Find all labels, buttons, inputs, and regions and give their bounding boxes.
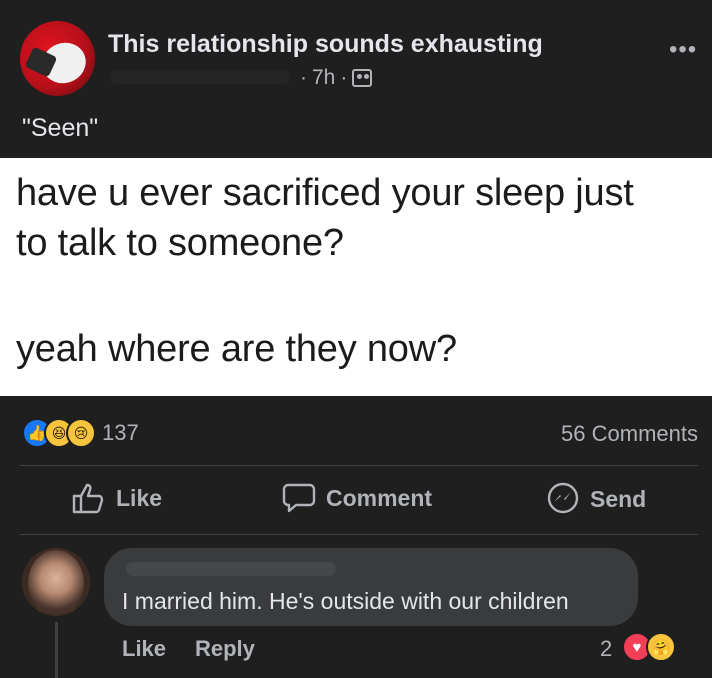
comment-icon bbox=[282, 483, 316, 513]
post-image[interactable]: have u ever sacrificed your sleep just t… bbox=[0, 158, 712, 396]
redacted-author bbox=[110, 70, 290, 84]
separator: · bbox=[340, 66, 348, 89]
post-header: This relationship sounds exhausting · 7h… bbox=[0, 0, 712, 158]
comment-reply-button[interactable]: Reply bbox=[195, 636, 255, 662]
sad-reaction-icon: 😢 bbox=[66, 418, 96, 448]
comment-label: Comment bbox=[326, 484, 433, 511]
comment-button[interactable]: Comment bbox=[282, 482, 432, 514]
divider bbox=[20, 534, 698, 535]
send-button[interactable]: Send bbox=[546, 482, 646, 516]
avatar-graphic bbox=[22, 548, 90, 616]
comments-count[interactable]: 56 Comments bbox=[561, 421, 698, 447]
thread-line bbox=[55, 622, 58, 678]
comment-like-button[interactable]: Like bbox=[122, 636, 166, 662]
reaction-count: 137 bbox=[102, 420, 139, 445]
thumbs-up-icon bbox=[72, 483, 104, 514]
post-caption: "Seen" bbox=[22, 114, 99, 142]
comment-reaction-count[interactable]: 2 bbox=[600, 636, 612, 662]
audience-icon[interactable] bbox=[352, 69, 373, 87]
page-avatar[interactable] bbox=[20, 21, 95, 96]
image-text-line: yeah where are they now? bbox=[16, 328, 457, 370]
comment-text: I married him. He's outside with our chi… bbox=[122, 588, 569, 614]
like-label: Like bbox=[116, 484, 163, 511]
send-label: Send bbox=[590, 485, 647, 512]
image-text-line: to talk to someone? bbox=[16, 222, 344, 264]
commenter-avatar[interactable] bbox=[22, 548, 90, 616]
separator: · bbox=[300, 66, 307, 89]
care-reaction-icon: 🤗 bbox=[646, 632, 676, 662]
messenger-icon bbox=[547, 482, 579, 514]
divider bbox=[20, 465, 698, 466]
redacted-commenter-name bbox=[126, 562, 336, 576]
reaction-summary[interactable]: 👍 😆 😢 137 bbox=[22, 418, 139, 448]
like-button[interactable]: Like bbox=[72, 482, 162, 514]
post-meta: · 7h · bbox=[110, 66, 373, 90]
image-text-line: have u ever sacrificed your sleep just bbox=[16, 172, 634, 214]
more-options-icon[interactable]: ••• bbox=[669, 36, 697, 64]
page-name[interactable]: This relationship sounds exhausting bbox=[108, 30, 543, 59]
post-time[interactable]: 7h bbox=[312, 66, 335, 90]
